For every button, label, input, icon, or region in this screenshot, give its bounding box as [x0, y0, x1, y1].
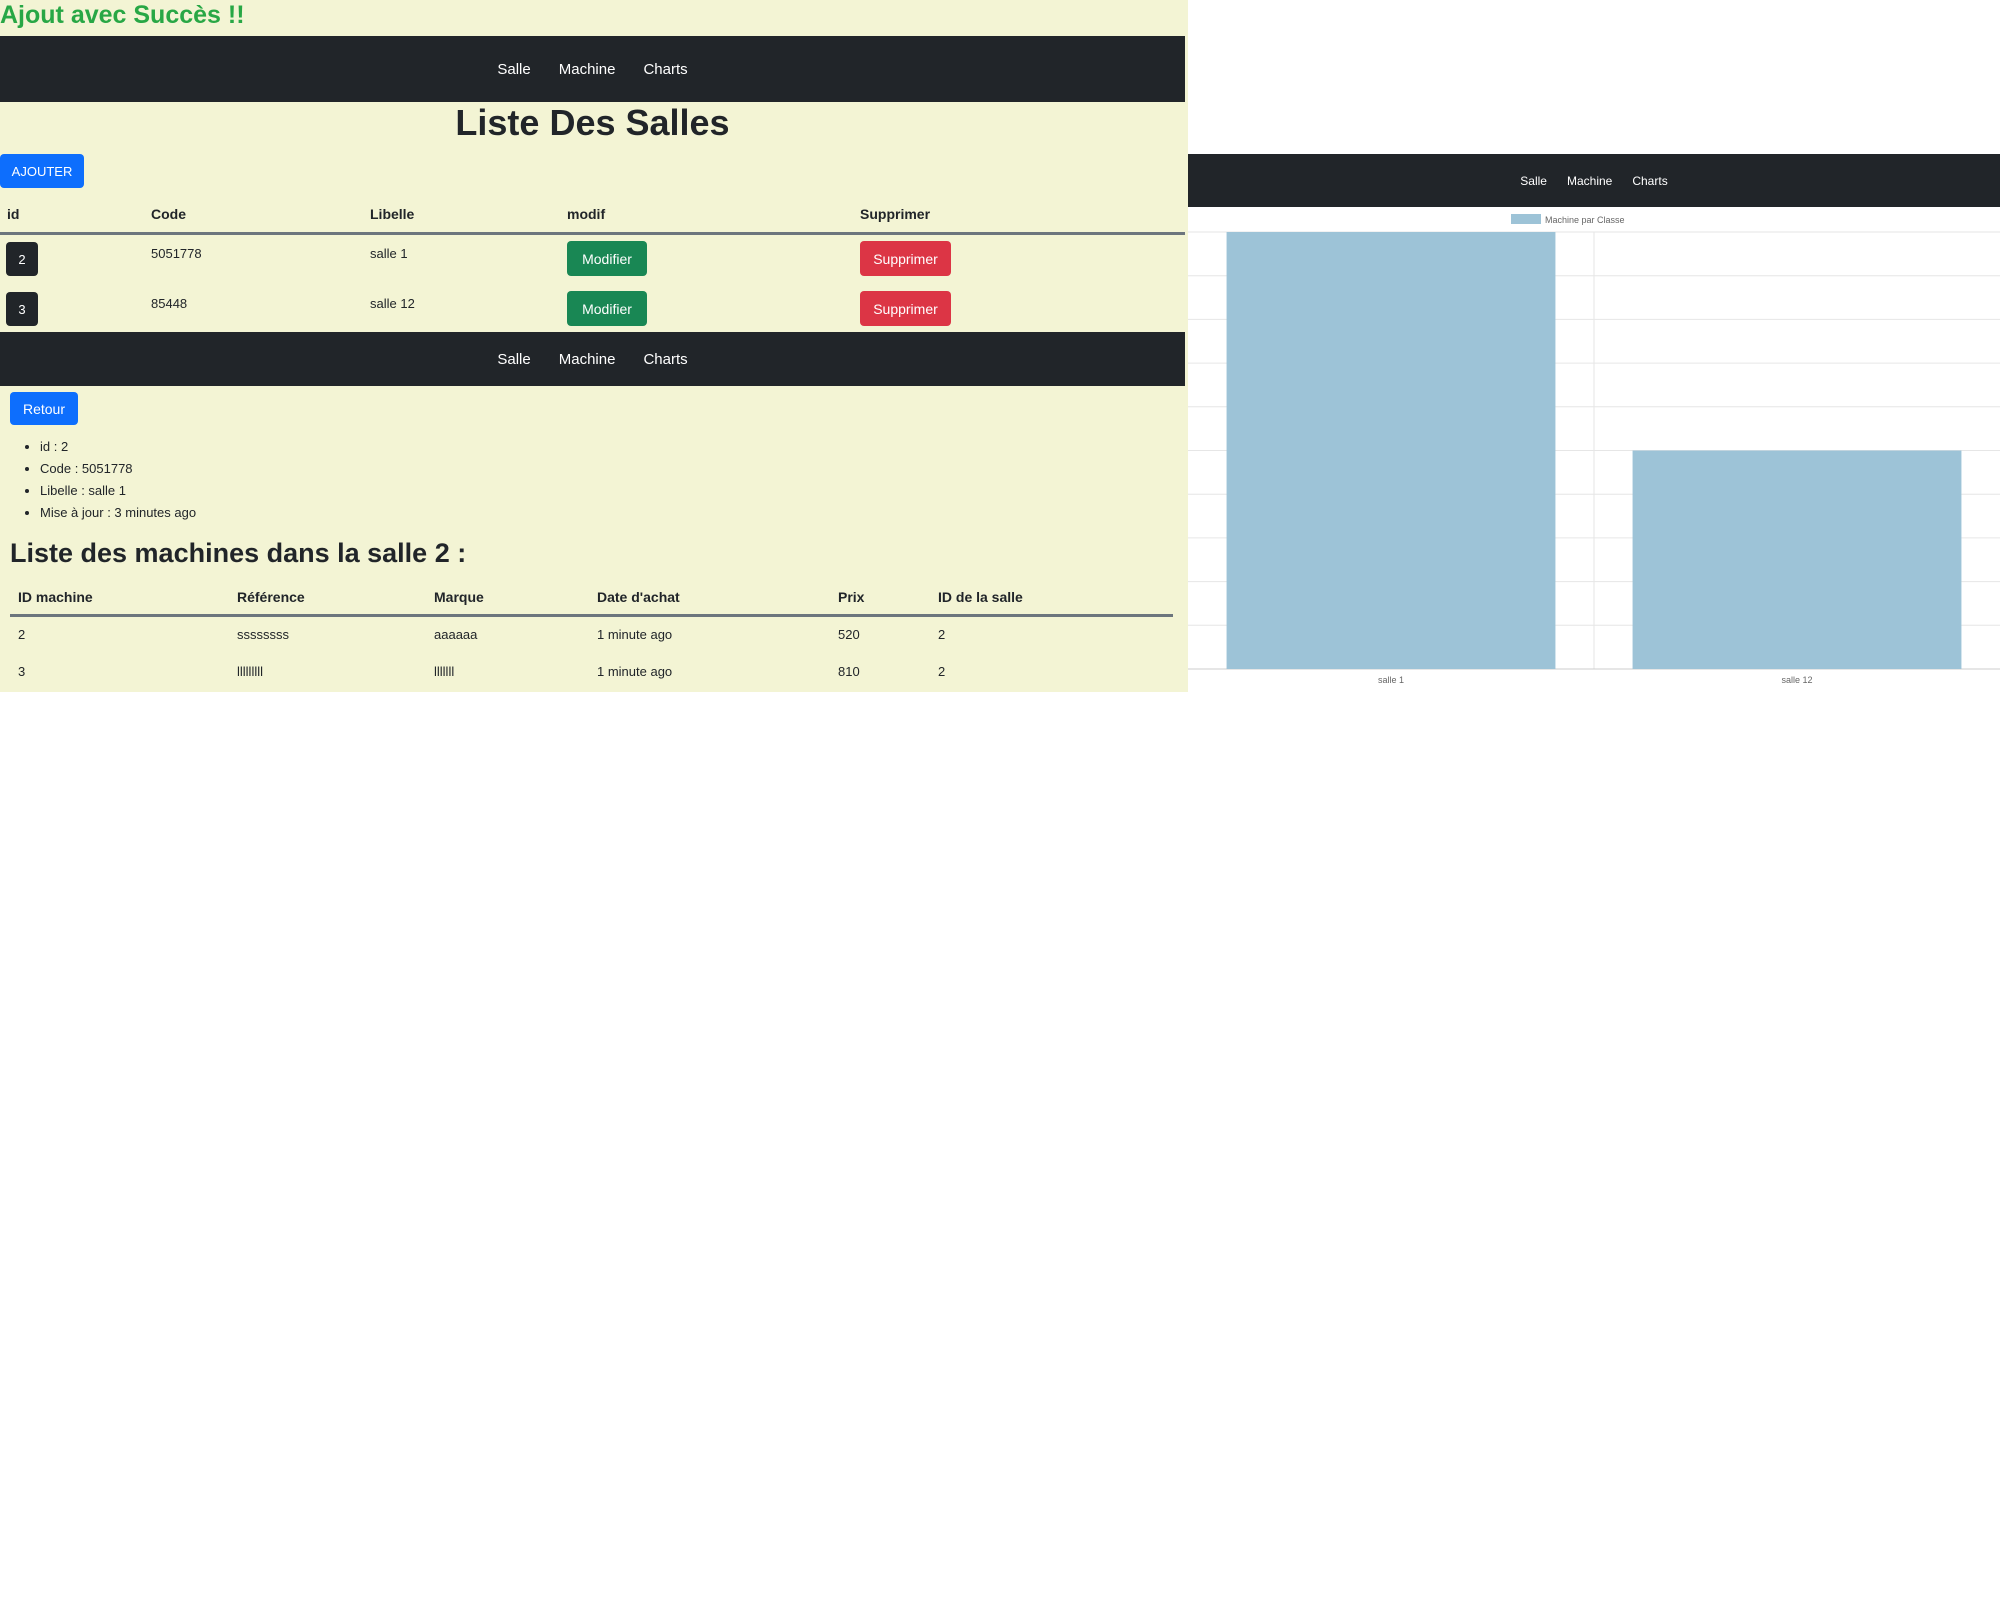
machine-marque: aaaaaa [434, 627, 478, 642]
machine-id: 2 [18, 627, 26, 642]
col-header-modif: modif [567, 206, 606, 222]
salle-details-list: id : 2 Code : 5051778 Libelle : salle 1 … [40, 436, 196, 524]
success-message: Ajout avec Succès !! [0, 1, 245, 29]
nav-item-machine[interactable]: Machine [1567, 174, 1612, 188]
bar-chart: salle 1 salle 12 Machine par Classe [1188, 214, 2000, 685]
machine-reference: ssssssss [237, 627, 289, 642]
machine-date: 1 minute ago [597, 627, 673, 642]
col-header-supprimer: Supprimer [860, 206, 931, 222]
navbar-top: Salle Machine Charts [0, 36, 1185, 102]
table-header-rule [0, 232, 1185, 235]
machine-id: 3 [18, 664, 26, 679]
col-header-marque: Marque [434, 589, 484, 605]
modifier-button[interactable]: Modifier [567, 291, 647, 326]
nav-item-salle[interactable]: Salle [497, 351, 530, 368]
row-id-badge: 3 [6, 292, 38, 326]
navbar-charts: Salle Machine Charts [1188, 154, 2000, 207]
machine-date: 1 minute ago [597, 664, 673, 679]
nav-item-charts[interactable]: Charts [643, 351, 687, 368]
legend-swatch [1511, 214, 1541, 224]
modifier-button[interactable]: Modifier [567, 241, 647, 276]
nav-item-machine[interactable]: Machine [559, 351, 616, 368]
col-header-libelle: Libelle [370, 206, 415, 222]
x-tick-label: salle 12 [1781, 675, 1812, 685]
add-button[interactable]: AJOUTER [0, 154, 84, 188]
back-button[interactable]: Retour [10, 392, 78, 425]
machines-title: Liste des machines dans la salle 2 : [10, 538, 467, 568]
col-header-prix: Prix [838, 589, 865, 605]
nav-item-charts[interactable]: Charts [643, 61, 687, 78]
row-libelle: salle 1 [370, 246, 408, 261]
chart-legend: Machine par Classe [1511, 214, 1625, 225]
bar-salle-12[interactable] [1632, 450, 1962, 670]
col-header-reference: Référence [237, 589, 305, 605]
nav-item-salle[interactable]: Salle [1520, 174, 1547, 188]
row-id-badge: 2 [6, 242, 38, 276]
nav-item-machine[interactable]: Machine [559, 61, 616, 78]
nav-item-charts[interactable]: Charts [1632, 174, 1667, 188]
col-header-date-achat: Date d'achat [597, 589, 680, 605]
legend-label[interactable]: Machine par Classe [1545, 215, 1625, 225]
navbar-detail: Salle Machine Charts [0, 332, 1185, 386]
machines-header-rule [10, 614, 1173, 617]
detail-code: Code : 5051778 [40, 458, 196, 480]
machine-prix: 810 [838, 664, 860, 679]
col-header-id-machine: ID machine [18, 589, 93, 605]
nav-item-salle[interactable]: Salle [497, 61, 530, 78]
bar-salle-1[interactable] [1226, 232, 1556, 669]
row-code: 85448 [151, 296, 188, 311]
machine-marque: lllllll [434, 664, 455, 679]
left-panel: Ajout avec Succès !! Salle Machine Chart… [0, 0, 1188, 692]
row-libelle: salle 12 [370, 296, 415, 311]
detail-libelle: Libelle : salle 1 [40, 480, 196, 502]
row-code: 5051778 [151, 246, 202, 261]
machine-prix: 520 [838, 627, 860, 642]
supprimer-button[interactable]: Supprimer [860, 291, 951, 326]
x-tick-label: salle 1 [1378, 675, 1404, 685]
machine-salle-id: 2 [938, 664, 946, 679]
col-header-code: Code [151, 206, 186, 222]
machine-salle-id: 2 [938, 627, 946, 642]
detail-updated: Mise à jour : 3 minutes ago [40, 502, 196, 524]
machine-reference: lllllllll [237, 664, 263, 679]
page-title: Liste Des Salles [455, 102, 730, 143]
supprimer-button[interactable]: Supprimer [860, 241, 951, 276]
detail-id: id : 2 [40, 436, 196, 458]
col-header-id: id [7, 206, 20, 222]
chart-x-labels: salle 1 salle 12 [1378, 675, 1813, 685]
col-header-id-salle: ID de la salle [938, 589, 1023, 605]
